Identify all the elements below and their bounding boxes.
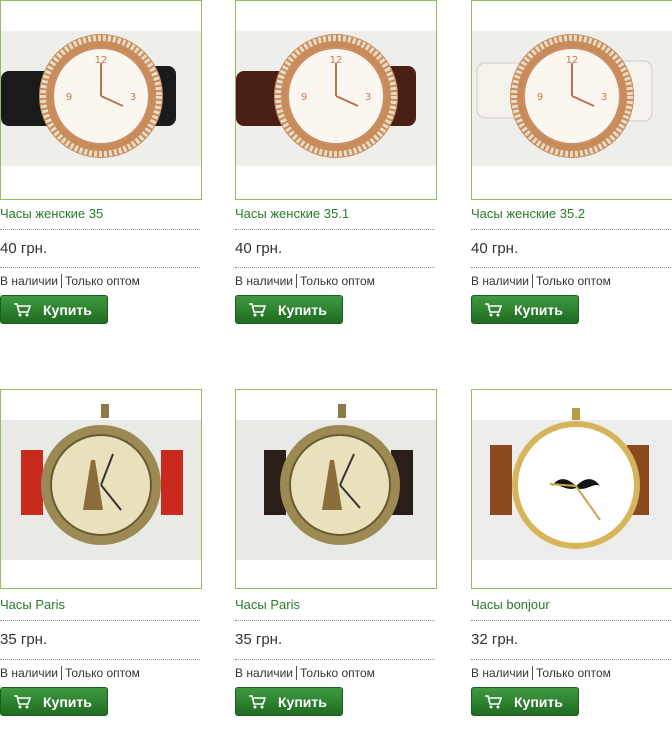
availability: В наличии Только оптом — [235, 274, 375, 288]
availability: В наличии Только оптом — [471, 666, 611, 680]
svg-text:9: 9 — [301, 92, 307, 103]
product-name[interactable]: Часы Paris — [0, 597, 65, 612]
divider — [471, 229, 671, 230]
separator — [61, 274, 63, 288]
product-price: 35 грн. — [235, 631, 283, 648]
cart-icon — [14, 302, 31, 316]
svg-text:12: 12 — [95, 55, 108, 66]
in-stock-label: В наличии — [235, 666, 294, 680]
svg-text:3: 3 — [365, 92, 371, 103]
divider — [0, 620, 200, 621]
product-image[interactable]: 12 3 9 — [471, 0, 672, 200]
divider — [0, 229, 200, 230]
divider — [471, 659, 671, 660]
buy-button-label: Купить — [43, 693, 92, 710]
product-price: 40 грн. — [235, 240, 283, 257]
availability: В наличии Только оптом — [235, 666, 375, 680]
buy-button[interactable]: Купить — [235, 687, 343, 716]
divider — [471, 620, 671, 621]
wholesale-label: Только оптом — [536, 666, 611, 680]
product-name[interactable]: Часы женские 35 — [0, 206, 103, 221]
product-image[interactable]: 12 3 9 — [0, 0, 202, 200]
buy-button-label: Купить — [43, 301, 92, 318]
divider — [0, 267, 200, 268]
separator — [532, 274, 534, 288]
buy-button-label: Купить — [514, 301, 563, 318]
cart-icon — [485, 694, 502, 708]
buy-button-label: Купить — [514, 693, 563, 710]
in-stock-label: В наличии — [235, 274, 294, 288]
product-price: 35 грн. — [0, 631, 48, 648]
svg-text:3: 3 — [601, 92, 607, 103]
wholesale-label: Только оптом — [300, 666, 375, 680]
in-stock-label: В наличии — [471, 274, 530, 288]
divider — [235, 267, 435, 268]
product-name[interactable]: Часы Paris — [235, 597, 300, 612]
svg-text:12: 12 — [330, 55, 343, 66]
availability: В наличии Только оптом — [471, 274, 611, 288]
buy-button-label: Купить — [278, 693, 327, 710]
product-image[interactable] — [0, 389, 202, 589]
cart-icon — [14, 694, 31, 708]
availability: В наличии Только оптом — [0, 666, 140, 680]
divider — [235, 620, 435, 621]
product-price: 32 грн. — [471, 631, 519, 648]
product-image[interactable]: 12 3 9 — [235, 0, 437, 200]
buy-button[interactable]: Купить — [0, 687, 108, 716]
cart-icon — [249, 694, 266, 708]
cart-icon — [249, 302, 266, 316]
separator — [296, 666, 298, 680]
separator — [61, 666, 63, 680]
wholesale-label: Только оптом — [300, 274, 375, 288]
separator — [532, 666, 534, 680]
buy-button[interactable]: Купить — [471, 687, 579, 716]
svg-text:9: 9 — [537, 92, 543, 103]
wholesale-label: Только оптом — [65, 274, 140, 288]
in-stock-label: В наличии — [0, 666, 59, 680]
buy-button[interactable]: Купить — [471, 295, 579, 324]
product-name[interactable]: Часы женские 35.1 — [235, 206, 349, 221]
product-price: 40 грн. — [0, 240, 48, 257]
product-price: 40 грн. — [471, 240, 519, 257]
buy-button-label: Купить — [278, 301, 327, 318]
wholesale-label: Только оптом — [536, 274, 611, 288]
svg-text:12: 12 — [566, 55, 579, 66]
wholesale-label: Только оптом — [65, 666, 140, 680]
in-stock-label: В наличии — [471, 666, 530, 680]
product-name[interactable]: Часы bonjour — [471, 597, 550, 612]
svg-text:3: 3 — [130, 92, 136, 103]
divider — [471, 267, 671, 268]
buy-button[interactable]: Купить — [235, 295, 343, 324]
product-name[interactable]: Часы женские 35.2 — [471, 206, 585, 221]
availability: В наличии Только оптом — [0, 274, 140, 288]
product-image[interactable] — [235, 389, 437, 589]
svg-text:9: 9 — [66, 92, 72, 103]
divider — [235, 229, 435, 230]
separator — [296, 274, 298, 288]
cart-icon — [485, 302, 502, 316]
buy-button[interactable]: Купить — [0, 295, 108, 324]
in-stock-label: В наличии — [0, 274, 59, 288]
divider — [235, 659, 435, 660]
product-image[interactable] — [471, 389, 672, 589]
divider — [0, 659, 200, 660]
